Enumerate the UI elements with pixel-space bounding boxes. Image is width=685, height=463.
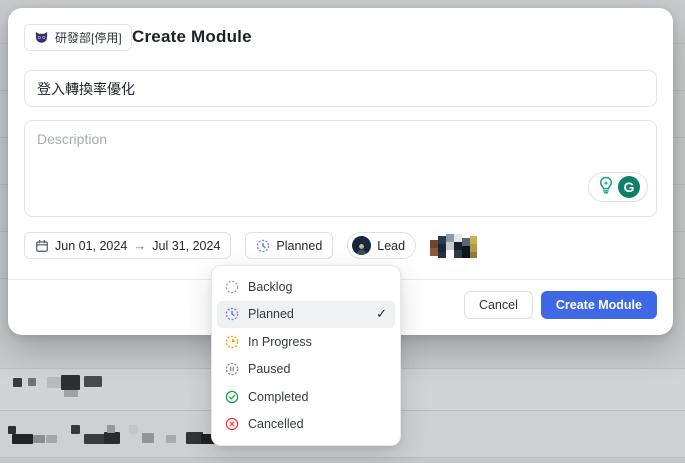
redacted-pixel-block	[462, 246, 470, 254]
start-date: Jun 01, 2024	[55, 239, 127, 253]
create-module-button[interactable]: Create Module	[541, 291, 657, 319]
status-option-paused[interactable]: Paused	[217, 356, 395, 384]
redacted-pixel-block	[470, 252, 477, 258]
status-label: Planned	[276, 239, 322, 253]
completed-icon	[225, 390, 239, 404]
cancel-button[interactable]: Cancel	[464, 291, 533, 319]
modal-title: Create Module	[132, 27, 252, 47]
lead-label: Lead	[377, 239, 405, 253]
end-date: Jul 31, 2024	[152, 239, 220, 253]
paused-icon	[225, 362, 239, 376]
status-option-label: Completed	[248, 390, 308, 404]
background-gridline	[0, 457, 685, 458]
planned-status-icon	[256, 239, 270, 253]
status-dropdown: Backlog Planned ✓ In Progress	[211, 265, 401, 446]
module-properties-row: Jun 01, 2024 → Jul 31, 2024 Planned	[24, 232, 477, 259]
status-option-label: Paused	[248, 362, 290, 376]
redacted-pixel-block	[470, 236, 477, 244]
lead-avatar	[352, 236, 371, 255]
status-option-planned[interactable]: Planned ✓	[217, 301, 395, 329]
redacted-pixel-block	[454, 242, 462, 250]
redacted-pixel-block	[462, 238, 470, 246]
project-badge[interactable]: 研發部[停用]	[24, 24, 132, 51]
redacted-pixel-block	[446, 234, 454, 242]
cancelled-icon	[225, 417, 239, 431]
status-option-completed[interactable]: Completed	[217, 383, 395, 411]
date-range-button[interactable]: Jun 01, 2024 → Jul 31, 2024	[24, 232, 231, 259]
redacted-pixel-block	[430, 248, 438, 256]
redacted-pixel-block	[438, 244, 446, 252]
module-name-input[interactable]	[24, 70, 657, 107]
arrow-right-icon: →	[133, 238, 146, 253]
redacted-pixel-block	[430, 240, 438, 248]
grammarly-bulb-icon	[596, 175, 616, 200]
project-monster-icon	[34, 30, 49, 45]
lead-button[interactable]: Lead	[347, 232, 416, 259]
members-avatar-redacted[interactable]	[430, 234, 477, 258]
redacted-pixel-block	[438, 252, 446, 258]
redacted-pixel-block	[446, 242, 454, 250]
redacted-pixel-block	[454, 234, 462, 242]
status-option-backlog[interactable]: Backlog	[217, 273, 395, 301]
redacted-pixel-block	[462, 254, 470, 258]
screen: 研發部[停用] Create Module G	[0, 0, 685, 463]
backlog-icon	[225, 280, 239, 294]
module-description-input[interactable]	[24, 120, 657, 217]
status-button[interactable]: Planned	[245, 232, 333, 259]
status-option-in-progress[interactable]: In Progress	[217, 328, 395, 356]
redacted-pixel-block	[470, 244, 477, 252]
grammarly-widget[interactable]: G	[588, 172, 648, 202]
status-option-label: Backlog	[248, 280, 292, 294]
in-progress-icon	[225, 335, 239, 349]
status-option-label: Cancelled	[248, 417, 304, 431]
project-badge-label: 研發部[停用]	[55, 29, 122, 46]
calendar-icon	[35, 239, 49, 253]
redacted-pixel-block	[438, 236, 446, 244]
redacted-pixel-block	[454, 250, 462, 258]
status-option-cancelled[interactable]: Cancelled	[217, 411, 395, 439]
planned-icon	[225, 307, 239, 321]
grammarly-g-icon: G	[618, 176, 640, 198]
status-option-label: Planned	[248, 307, 294, 321]
check-icon: ✓	[376, 306, 387, 322]
status-option-label: In Progress	[248, 335, 312, 349]
